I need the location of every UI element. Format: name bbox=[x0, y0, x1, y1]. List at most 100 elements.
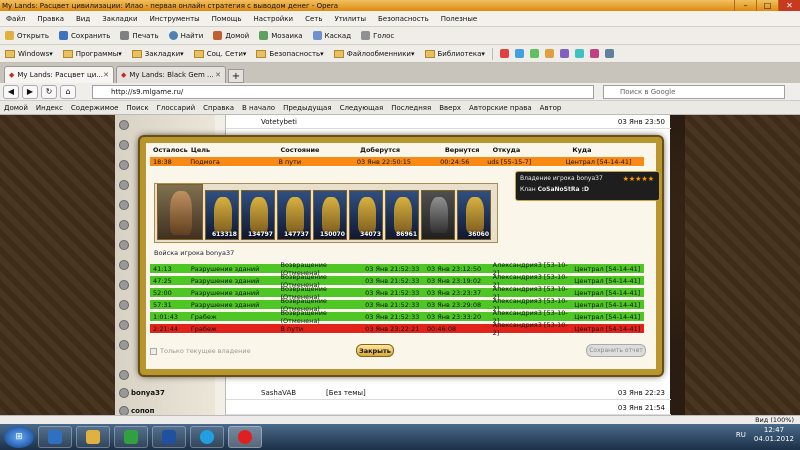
url-field[interactable]: http://s9.mlgame.ru/ bbox=[92, 85, 594, 99]
find-button[interactable]: Найти bbox=[164, 31, 209, 40]
taskbar-word[interactable] bbox=[152, 426, 186, 448]
save-report-button[interactable]: Сохранить отчет bbox=[586, 344, 646, 357]
close-button[interactable]: Закрыть bbox=[356, 344, 394, 357]
menu-view[interactable]: Вид bbox=[70, 15, 96, 23]
nav-first[interactable]: В начало bbox=[238, 104, 279, 112]
nav-home[interactable]: Домой bbox=[0, 104, 32, 112]
start-button[interactable]: ⊞ bbox=[4, 426, 34, 448]
nav-glossary[interactable]: Глоссарий bbox=[153, 104, 200, 112]
folder-windows[interactable]: Windows ▾ bbox=[0, 49, 58, 58]
home-button[interactable]: Домой bbox=[208, 31, 254, 40]
menu-useful[interactable]: Полезные bbox=[435, 15, 483, 23]
cascade-button[interactable]: Каскад bbox=[308, 31, 356, 40]
nav-copyright[interactable]: Авторские права bbox=[465, 104, 536, 112]
folder-filesharing[interactable]: Файлообменники ▾ bbox=[329, 49, 420, 58]
nav-previous[interactable]: Предыдущая bbox=[279, 104, 335, 112]
folder-security[interactable]: Безопасность ▾ bbox=[251, 49, 328, 58]
menu-settings[interactable]: Настройки bbox=[248, 15, 300, 23]
unit-slot[interactable]: 150070 bbox=[313, 190, 347, 240]
new-tab-button[interactable]: + bbox=[228, 69, 244, 83]
unit-slot[interactable]: 134797 bbox=[241, 190, 275, 240]
app-icon[interactable] bbox=[604, 49, 614, 58]
folder-bookmarks[interactable]: Закладки ▾ bbox=[127, 49, 189, 58]
taskbar-opera[interactable] bbox=[228, 426, 262, 448]
search-field[interactable]: Поиск в Google bbox=[603, 85, 785, 99]
menu-security[interactable]: Безопасность bbox=[372, 15, 435, 23]
menu-help[interactable]: Помощь bbox=[206, 15, 248, 23]
nav-last[interactable]: Последняя bbox=[387, 104, 435, 112]
cell-to[interactable]: Централ [54-14-41] bbox=[574, 313, 644, 321]
menu-edit[interactable]: Правка bbox=[31, 15, 70, 23]
table-row[interactable]: 18:38 Подмога В пути 03 Янв 22:50:15 00:… bbox=[150, 157, 644, 167]
close-window-button[interactable]: ✕ bbox=[778, 0, 800, 11]
menu-bookmarks[interactable]: Закладки bbox=[96, 15, 143, 23]
taskbar-explorer[interactable] bbox=[76, 426, 110, 448]
reload-button[interactable]: ↻ bbox=[41, 84, 57, 99]
menu-utilities[interactable]: Утилиты bbox=[328, 15, 372, 23]
app-icon[interactable] bbox=[514, 49, 524, 58]
nav-author[interactable]: Автор bbox=[536, 104, 566, 112]
taskbar-media-player[interactable] bbox=[38, 426, 72, 448]
unit-slot[interactable]: 34073 bbox=[349, 190, 383, 240]
nav-contents[interactable]: Содержимое bbox=[67, 104, 123, 112]
forward-button[interactable]: ▶ bbox=[22, 84, 38, 99]
nav-help[interactable]: Справка bbox=[199, 104, 238, 112]
nav-up[interactable]: Вверх bbox=[435, 104, 465, 112]
cell-to[interactable]: Централ [54-14-41] bbox=[574, 301, 644, 309]
folder-programs[interactable]: Программы ▾ bbox=[58, 49, 127, 58]
cell-from[interactable]: uds [55-15-7] bbox=[487, 158, 565, 166]
minimize-button[interactable]: – bbox=[734, 0, 756, 11]
nav-next[interactable]: Следующая bbox=[336, 104, 388, 112]
open-button[interactable]: Открыть bbox=[0, 31, 54, 40]
current-holding-checkbox[interactable]: Только текущее владение bbox=[150, 347, 251, 355]
message-row[interactable]: SashaVAB [Без темы] 03 Янв 22:23 bbox=[226, 386, 671, 400]
unit-slot[interactable]: 86961 bbox=[385, 190, 419, 240]
clock[interactable]: 12:47 04.01.2012 bbox=[754, 426, 794, 444]
cell-to[interactable]: Централ [54-14-41] bbox=[574, 265, 644, 273]
back-button[interactable]: ◀ bbox=[3, 84, 19, 99]
tab-mylands-2[interactable]: ◆ My Lands: Black Gem ... ✕ bbox=[116, 66, 226, 83]
unit-slot[interactable]: 613318 bbox=[205, 190, 239, 240]
cell-from[interactable]: Александрия3 [53-10-2] bbox=[493, 321, 575, 337]
unit-slot[interactable]: 36060 bbox=[457, 190, 491, 240]
cell-to[interactable]: Централ [54-14-41] bbox=[574, 277, 644, 285]
app-icon[interactable] bbox=[559, 49, 569, 58]
app-icon[interactable] bbox=[529, 49, 539, 58]
menu-tools[interactable]: Инструменты bbox=[144, 15, 206, 23]
zoom-control[interactable]: Вид (100%) bbox=[755, 416, 794, 424]
app-icon[interactable] bbox=[574, 49, 584, 58]
tile-label: Мозаика bbox=[271, 31, 303, 40]
folder-library[interactable]: Библиотека ▾ bbox=[420, 49, 490, 58]
nav-search[interactable]: Поиск bbox=[122, 104, 152, 112]
app-icon[interactable] bbox=[499, 49, 509, 58]
cell-to[interactable]: Централ [54-14-41] bbox=[566, 158, 644, 166]
table-row[interactable]: 2:21:44 Грабеж В пути 03 Янв 23:22:21 00… bbox=[150, 321, 644, 337]
app-icon[interactable] bbox=[589, 49, 599, 58]
language-indicator[interactable]: RU bbox=[736, 431, 746, 439]
nav-index[interactable]: Индекс bbox=[32, 104, 67, 112]
sidebar-row[interactable] bbox=[115, 115, 215, 135]
home-nav-button[interactable]: ⌂ bbox=[60, 84, 76, 99]
unit-slot[interactable] bbox=[421, 190, 455, 240]
cell-to[interactable]: Централ [54-14-41] bbox=[574, 325, 644, 333]
taskbar-skype[interactable] bbox=[190, 426, 224, 448]
print-button[interactable]: Печать bbox=[115, 31, 163, 40]
save-button[interactable]: Сохранить bbox=[54, 31, 115, 40]
folder-social[interactable]: Соц. Сети ▾ bbox=[189, 49, 252, 58]
cell-to[interactable]: Централ [54-14-41] bbox=[574, 289, 644, 297]
menu-network[interactable]: Сеть bbox=[299, 15, 328, 23]
message-row[interactable]: 03 Янв 21:54 bbox=[226, 401, 671, 415]
tab-mylands-1[interactable]: ◆ My Lands: Расцвет ци... ✕ bbox=[4, 66, 114, 83]
tile-button[interactable]: Мозаика bbox=[254, 31, 307, 40]
sidebar-row-bonya37[interactable]: bonya37 bbox=[115, 383, 215, 403]
app-icon[interactable] bbox=[544, 49, 554, 58]
message-row[interactable]: Votetybeti 03 Янв 23:50 bbox=[226, 115, 671, 129]
menu-file[interactable]: Файл bbox=[0, 15, 31, 23]
maximize-button[interactable]: □ bbox=[756, 0, 778, 11]
close-tab-icon[interactable]: ✕ bbox=[103, 71, 109, 79]
close-tab-icon[interactable]: ✕ bbox=[215, 71, 221, 79]
hero-portrait[interactable] bbox=[157, 184, 203, 240]
taskbar-app-green[interactable] bbox=[114, 426, 148, 448]
unit-slot[interactable]: 147737 bbox=[277, 190, 311, 240]
voice-button[interactable]: Голос bbox=[356, 31, 399, 40]
